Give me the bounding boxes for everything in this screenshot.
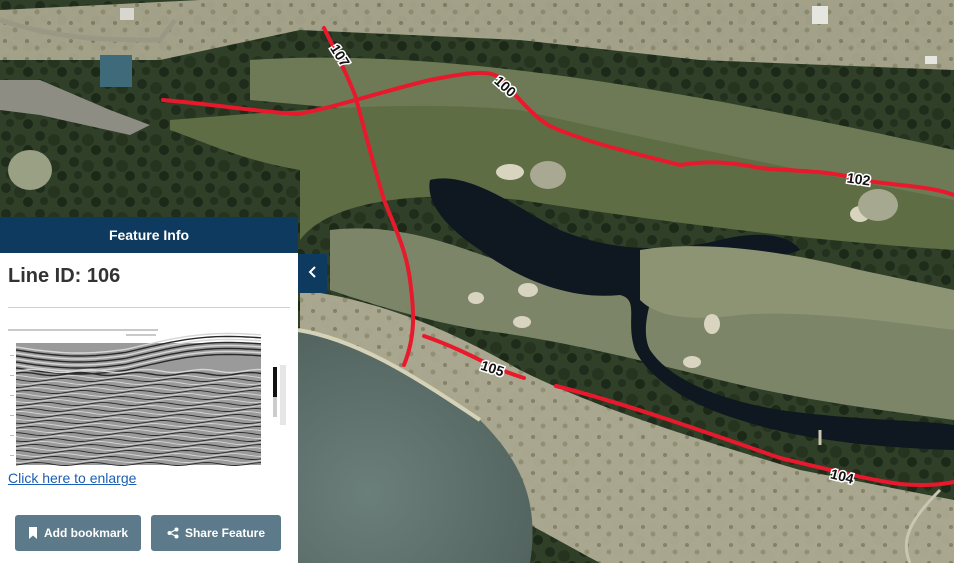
chevron-left-icon [308, 265, 318, 283]
divider [8, 307, 290, 308]
add-bookmark-button[interactable]: Add bookmark [15, 515, 141, 551]
bookmark-icon [28, 527, 38, 539]
line-label-102[interactable]: 102 [845, 168, 874, 190]
share-icon [167, 527, 179, 539]
add-bookmark-label: Add bookmark [43, 526, 128, 540]
enlarge-link[interactable]: Click here to enlarge [8, 470, 136, 486]
collapse-panel-button[interactable] [298, 254, 327, 293]
share-feature-label: Share Feature [184, 526, 266, 540]
panel-header: Feature Info [0, 217, 298, 253]
feature-title: Line ID: 106 [8, 265, 121, 287]
share-feature-button[interactable]: Share Feature [151, 515, 281, 551]
feature-info-panel: Feature Info Line ID: 106 Click here to … [0, 217, 298, 563]
radargram-image[interactable] [6, 327, 288, 467]
